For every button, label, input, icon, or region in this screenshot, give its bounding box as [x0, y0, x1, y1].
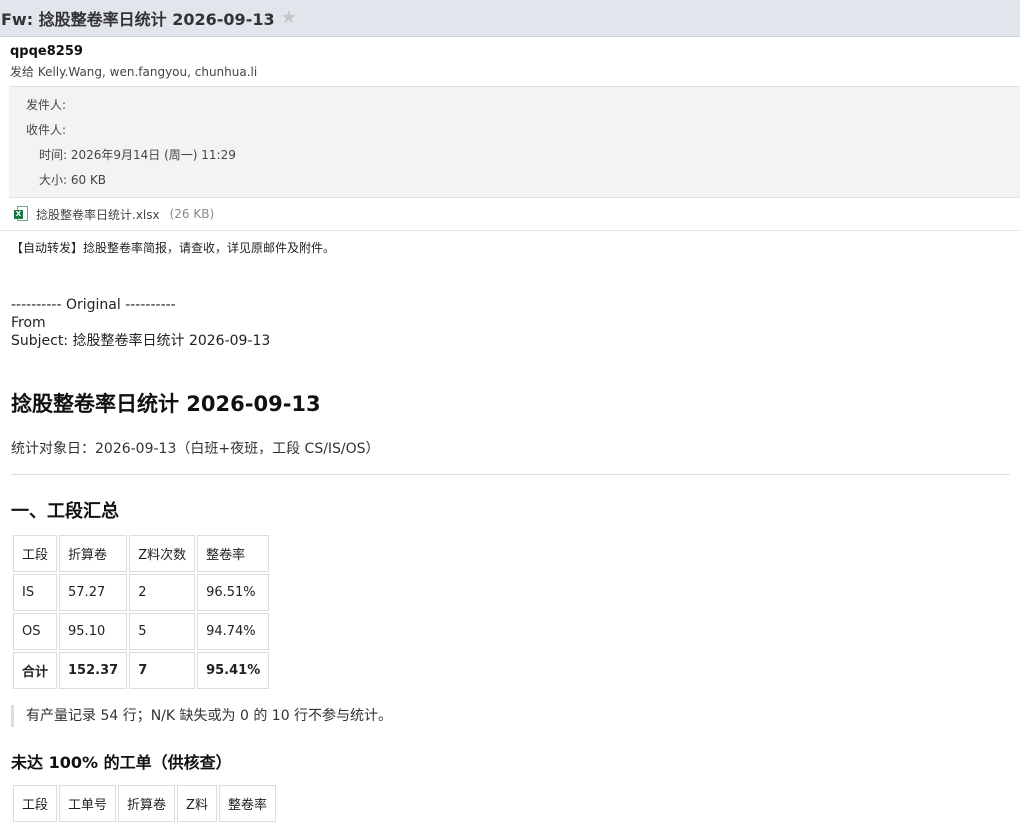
attachment-name[interactable]: 捻股整卷率日统计.xlsx — [36, 206, 160, 223]
star-icon[interactable]: ★ — [281, 9, 297, 27]
table-cell: 94.74% — [197, 613, 270, 650]
email-details-panel: 发件人: 收件人: 时间: 2026年9月14日 (周一) 11:29 大小: … — [9, 86, 1020, 198]
table-header-cell: 工单号 — [59, 785, 117, 822]
table-header-cell: 折算卷 — [59, 535, 128, 572]
table-header-cell: Z料 — [177, 785, 217, 822]
attachment-row[interactable]: X 捻股整卷率日统计.xlsx (26 KB) — [0, 198, 1020, 231]
table-cell: 152.37 — [59, 652, 128, 689]
table-header-cell: 工段 — [13, 785, 58, 822]
section-divider — [11, 474, 1010, 475]
sender-name[interactable]: qpqe8259 — [10, 42, 1020, 62]
to-label: 收件人: — [26, 123, 67, 137]
stat-object-line: 统计对象日：2026-09-13（白班+夜班，工段 CS/IS/OS） — [11, 441, 380, 457]
table-header-row: 工段 折算卷 Z料次数 整卷率 — [13, 535, 270, 572]
table-header-cell: 整卷率 — [218, 785, 276, 822]
stat-note: 有产量记录 54 行；N/K 缺失或为 0 的 10 行不参与统计。 — [11, 705, 1020, 727]
subject-bar: Fw: 捻股整卷率日统计 2026-09-13 ★ — [0, 0, 1020, 37]
table-row: IS 57.27 2 96.51% — [13, 574, 270, 611]
table-cell: 57.27 — [59, 574, 128, 611]
forward-notice: 【自动转发】捻股整卷率简报，请查收，详见原邮件及附件。 — [11, 241, 336, 255]
table-header-cell: 折算卷 — [118, 785, 176, 822]
table-cell: 95.10 — [59, 613, 128, 650]
table-cell: OS — [13, 613, 58, 650]
table-header-cell: 工段 — [13, 535, 58, 572]
table-cell: 95.41% — [197, 652, 270, 689]
table-header-cell: 整卷率 — [197, 535, 270, 572]
table-row: OS 95.10 5 94.74% — [13, 613, 270, 650]
original-header: ---------- Original ---------- From Subj… — [11, 296, 1020, 350]
email-subject: Fw: 捻股整卷率日统计 2026-09-13 — [1, 10, 275, 29]
section-title-incomplete-orders: 未达 100% 的工单（供核查） — [11, 753, 232, 772]
table-header-row: 工段 工单号 折算卷 Z料 整卷率 — [13, 785, 276, 822]
original-subject: Subject: 捻股整卷率日统计 2026-09-13 — [11, 333, 271, 349]
recipients-line: 发给 Kelly.Wang, wen.fangyou, chunhua.li — [10, 65, 258, 79]
attachment-size: (26 KB) — [169, 207, 215, 221]
table-cell: 7 — [129, 652, 196, 689]
original-divider: ---------- Original ---------- — [11, 297, 176, 313]
summary-table: 工段 折算卷 Z料次数 整卷率 IS 57.27 2 96.51% OS 95.… — [11, 533, 271, 691]
table-cell: 5 — [129, 613, 196, 650]
from-label: 发件人: — [26, 98, 67, 112]
table-header-cell: Z料次数 — [129, 535, 196, 572]
email-size: 大小: 60 KB — [39, 173, 107, 187]
sender-block: qpqe8259 发给 Kelly.Wang, wen.fangyou, chu… — [0, 37, 1020, 82]
table-cell: 2 — [129, 574, 196, 611]
table-cell: 合计 — [13, 652, 58, 689]
report-title: 捻股整卷率日统计 2026-09-13 — [11, 392, 321, 416]
table-total-row: 合计 152.37 7 95.41% — [13, 652, 270, 689]
original-from: From — [11, 315, 46, 331]
excel-file-icon: X — [14, 206, 28, 222]
table-cell: 96.51% — [197, 574, 270, 611]
sent-time: 时间: 2026年9月14日 (周一) 11:29 — [39, 148, 236, 162]
section-title-summary: 一、工段汇总 — [11, 501, 119, 522]
incomplete-orders-table: 工段 工单号 折算卷 Z料 整卷率 — [11, 783, 278, 824]
email-body: 【自动转发】捻股整卷率简报，请查收，详见原邮件及附件。 ---------- O… — [0, 239, 1020, 824]
table-cell: IS — [13, 574, 58, 611]
